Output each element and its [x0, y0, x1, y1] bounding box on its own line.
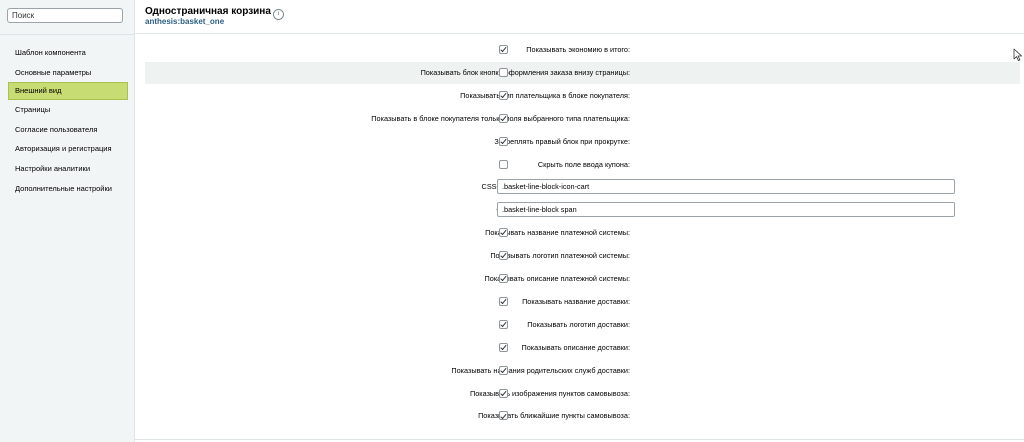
- setting-checkbox[interactable]: [499, 319, 508, 329]
- setting-row: Показывать блок кнопки оформления заказа…: [145, 61, 1020, 84]
- sidebar-item-extra[interactable]: Дополнительные настройки: [0, 179, 135, 199]
- setting-row: Показывать название платежной системы:: [145, 222, 1020, 244]
- footer-divider: [135, 439, 1024, 440]
- setting-checkbox[interactable]: [499, 296, 508, 306]
- sidebar-item-template[interactable]: Шаблон компонента: [0, 43, 135, 63]
- setting-label: Показывать тип плательщика в блоке покуп…: [460, 90, 630, 100]
- setting-row: Показывать изображения пунктов самовывоз…: [145, 383, 1020, 405]
- setting-row: CSS-селектор суммы корзины в шапке:.bask…: [145, 199, 1020, 221]
- setting-checkbox[interactable]: [499, 90, 508, 100]
- setting-checkbox[interactable]: [499, 251, 508, 261]
- setting-checkbox[interactable]: [499, 388, 508, 398]
- setting-row: Показывать в блоке покупателя только пол…: [145, 108, 1020, 130]
- setting-checkbox[interactable]: [499, 365, 508, 375]
- component-code: anthesis:basket_one: [145, 17, 225, 26]
- setting-checkbox[interactable]: [499, 228, 508, 238]
- setting-row: Показывать тип плательщика в блоке покуп…: [145, 85, 1020, 107]
- sidebar-item-analytics[interactable]: Настройки аналитики: [0, 159, 135, 179]
- setting-label: Показывать изображения пунктов самовывоз…: [469, 388, 630, 398]
- setting-row: Скрыть поле ввода купона:: [145, 154, 1020, 176]
- setting-label: Скрыть поле ввода купона:: [537, 159, 630, 169]
- setting-row: Показывать экономию в итого:: [145, 39, 1020, 61]
- setting-checkbox[interactable]: [499, 411, 508, 421]
- sidebar-item-main-params[interactable]: Основные параметры: [0, 63, 135, 83]
- sidebar-divider: [0, 34, 135, 35]
- setting-label: Показывать экономию в итого:: [526, 45, 630, 54]
- setting-label: Закреплять правый блок при прокрутке:: [494, 136, 630, 146]
- setting-label: Показывать названия родительских служб д…: [451, 365, 630, 375]
- setting-row: Показывать логотип доставки:: [145, 314, 1020, 336]
- setting-row: Показывать описание платежной системы:: [145, 268, 1020, 290]
- setting-label: Показывать название доставки:: [522, 296, 630, 306]
- setting-text-input[interactable]: .basket-line-block span: [497, 202, 955, 218]
- setting-row: Показывать описание доставки:: [145, 337, 1020, 359]
- sidebar-item-pages[interactable]: Страницы: [0, 100, 135, 120]
- sidebar-item-user-consent[interactable]: Согласие пользователя: [0, 120, 135, 140]
- setting-label: Показывать описание доставки:: [521, 342, 630, 352]
- page-title: Одностраничная корзина: [145, 6, 271, 17]
- setting-row: Показывать логотип платежной системы:: [145, 245, 1020, 267]
- setting-label: Показывать логотип платежной системы:: [490, 251, 630, 261]
- setting-checkbox[interactable]: [499, 342, 508, 352]
- setting-text-input[interactable]: .basket-line-block-icon-cart: [497, 179, 955, 195]
- setting-label: Показывать логотип доставки:: [527, 319, 630, 329]
- mouse-pointer-icon: [1013, 48, 1022, 61]
- info-icon[interactable]: i: [273, 9, 284, 20]
- search-input[interactable]: [7, 8, 123, 23]
- setting-checkbox[interactable]: [499, 113, 508, 123]
- setting-row: Показывать название доставки:: [145, 291, 1020, 313]
- setting-checkbox[interactable]: [499, 136, 508, 146]
- sidebar: Шаблон компонента Основные параметры Вне…: [0, 0, 135, 442]
- sidebar-item-auth[interactable]: Авторизация и регистрация: [0, 139, 135, 159]
- setting-checkbox[interactable]: [499, 274, 508, 283]
- setting-checkbox[interactable]: [499, 159, 508, 169]
- setting-label: Показывать блок кнопки оформления заказа…: [420, 67, 630, 77]
- header-divider: [135, 33, 1024, 34]
- setting-checkbox[interactable]: [499, 45, 508, 54]
- setting-row: Показывать ближайшие пункты самовывоза:: [145, 405, 1020, 427]
- setting-row: CSS-селектор количества товаров в шапке:…: [145, 176, 1020, 198]
- sidebar-item-appearance[interactable]: Внешний вид: [8, 82, 128, 101]
- setting-row: Показывать названия родительских служб д…: [145, 360, 1020, 382]
- sidebar-nav: Шаблон компонента Основные параметры Вне…: [0, 43, 135, 198]
- setting-row: Закреплять правый блок при прокрутке:: [145, 131, 1020, 153]
- setting-checkbox[interactable]: [499, 67, 508, 77]
